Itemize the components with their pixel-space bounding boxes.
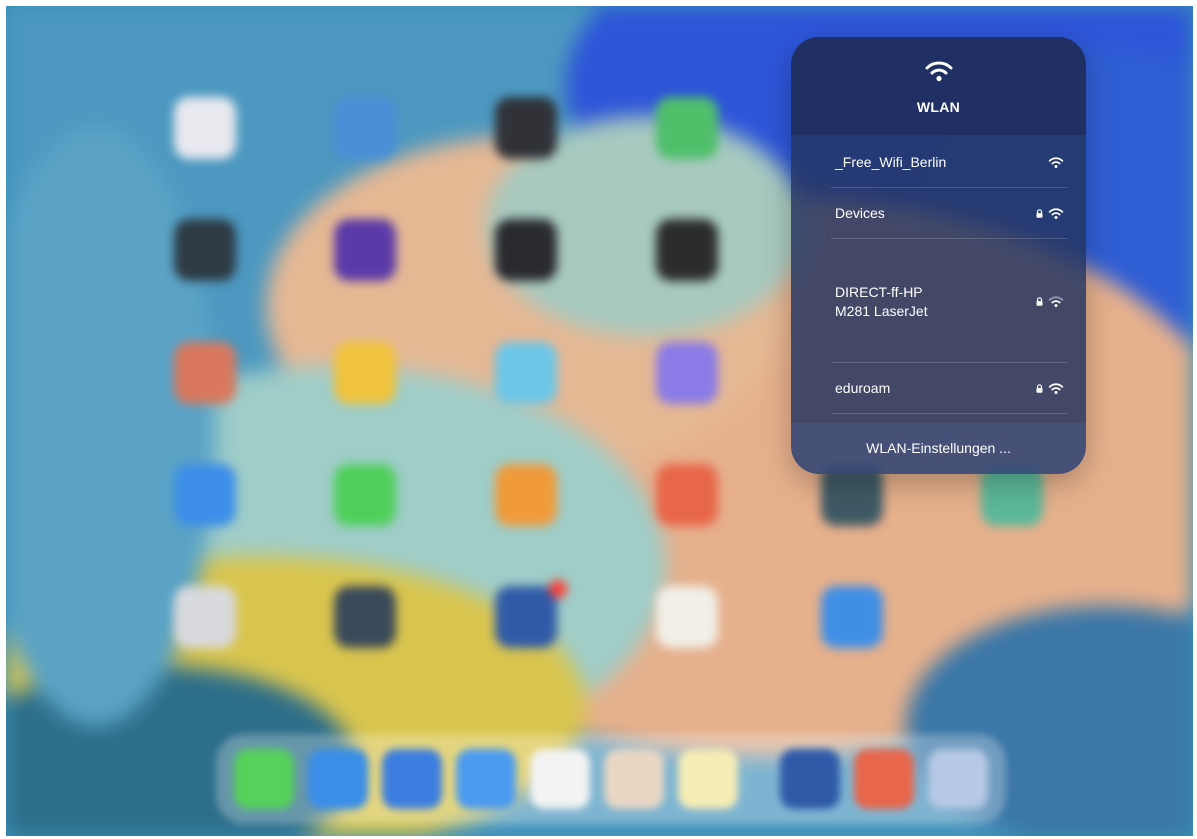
ipad-home-screen: WLAN _Free_Wifi_Berlin Devices DIRECT-ff… — [6, 6, 1193, 836]
app-icon[interactable] — [854, 749, 914, 809]
wlan-header: WLAN — [791, 37, 1086, 135]
app-icon[interactable] — [174, 464, 236, 526]
notification-badge — [549, 580, 567, 598]
app-icon[interactable] — [382, 749, 442, 809]
app-icon[interactable] — [656, 97, 718, 159]
network-row[interactable]: eduroam — [791, 363, 1086, 414]
app-icon[interactable] — [495, 97, 557, 159]
network-row[interactable]: DIRECT-ff-HP M281 LaserJet — [791, 239, 1086, 363]
app-icon[interactable] — [334, 586, 396, 648]
wlan-settings-button[interactable]: WLAN-Einstellungen ... — [791, 423, 1086, 474]
app-icon[interactable] — [495, 219, 557, 281]
app-icon[interactable] — [334, 219, 396, 281]
app-icon[interactable] — [780, 749, 840, 809]
network-list: _Free_Wifi_Berlin Devices DIRECT-ff-HP M… — [791, 137, 1086, 414]
app-icon[interactable] — [174, 219, 236, 281]
wifi-icon — [1048, 295, 1064, 307]
photos-app-icon[interactable] — [604, 749, 664, 809]
app-icon[interactable] — [656, 586, 718, 648]
wlan-popover: WLAN _Free_Wifi_Berlin Devices DIRECT-ff… — [791, 37, 1086, 474]
app-icon[interactable] — [495, 464, 557, 526]
safari-app-icon[interactable] — [308, 749, 368, 809]
dock — [216, 734, 1006, 824]
messages-app-icon[interactable] — [234, 749, 294, 809]
lock-icon — [1036, 208, 1043, 218]
app-icon[interactable] — [174, 586, 236, 648]
app-icon[interactable] — [495, 342, 557, 404]
wifi-icon — [1048, 207, 1064, 219]
app-icon[interactable] — [821, 586, 883, 648]
app-icon[interactable] — [334, 464, 396, 526]
network-row[interactable]: _Free_Wifi_Berlin — [791, 137, 1086, 188]
lock-icon — [1036, 383, 1043, 393]
calendar-app-icon[interactable] — [530, 749, 590, 809]
app-icon[interactable] — [928, 749, 988, 809]
network-name: Devices — [835, 205, 885, 221]
wifi-icon — [1048, 156, 1064, 168]
app-icon[interactable] — [334, 97, 396, 159]
app-icon[interactable] — [174, 342, 236, 404]
app-icon[interactable] — [656, 219, 718, 281]
app-icon[interactable] — [656, 464, 718, 526]
network-row[interactable]: Devices — [791, 188, 1086, 239]
mail-app-icon[interactable] — [456, 749, 516, 809]
network-name: eduroam — [835, 380, 891, 396]
app-icon[interactable] — [495, 586, 557, 648]
wlan-title: WLAN — [916, 99, 961, 115]
app-icon[interactable] — [656, 342, 718, 404]
notes-app-icon[interactable] — [678, 749, 738, 809]
network-name: DIRECT-ff-HP M281 LaserJet — [835, 284, 928, 319]
app-icon[interactable] — [334, 342, 396, 404]
wifi-icon — [925, 61, 953, 82]
wlan-settings-label: WLAN-Einstellungen ... — [866, 440, 1011, 456]
network-name: _Free_Wifi_Berlin — [835, 154, 947, 170]
lock-icon — [1036, 296, 1043, 306]
app-icon[interactable] — [174, 97, 236, 159]
wifi-icon — [1048, 382, 1064, 394]
